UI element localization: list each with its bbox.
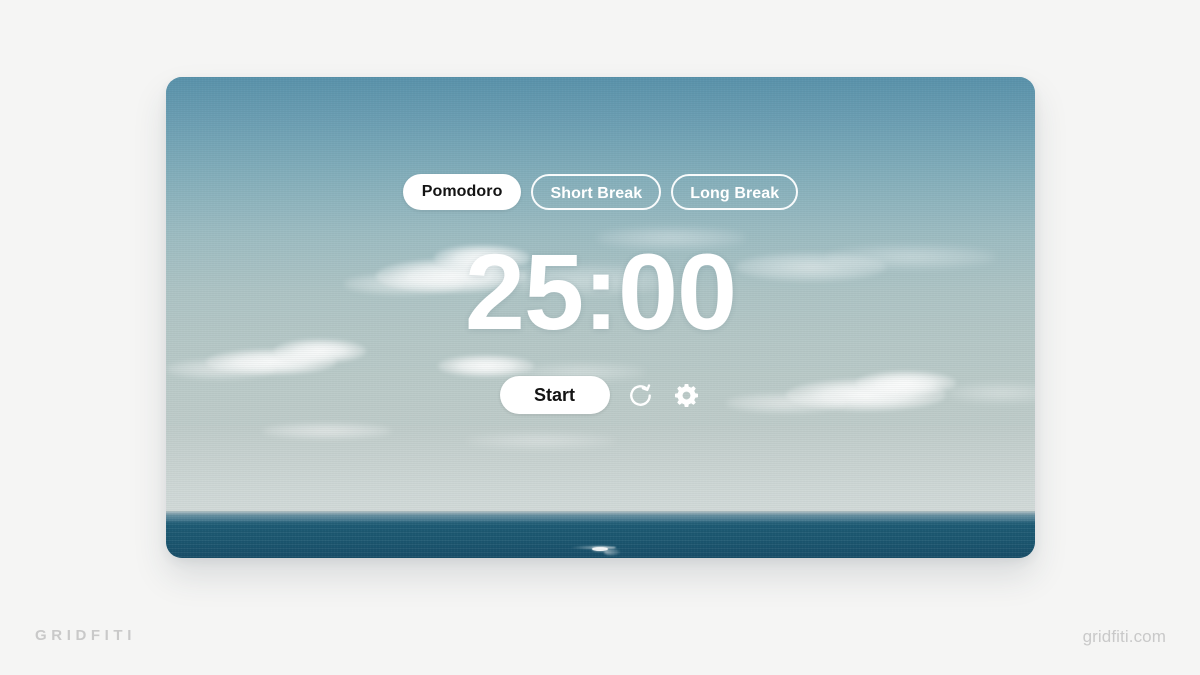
timer-readout: 25:00 <box>464 231 737 352</box>
mode-tab-group: Pomodoro Short Break Long Break <box>402 174 799 210</box>
tab-long-break[interactable]: Long Break <box>671 174 799 210</box>
reset-circular-arrow-icon <box>627 382 654 409</box>
tab-pomodoro[interactable]: Pomodoro <box>402 174 522 210</box>
timer-controls: Start <box>499 376 702 414</box>
gear-icon <box>673 382 700 409</box>
gridfiti-wordmark: GRIDFITI <box>35 627 136 644</box>
settings-button[interactable] <box>672 380 702 410</box>
gridfiti-url: gridfiti.com <box>1082 627 1166 646</box>
pomodoro-timer-card: Pomodoro Short Break Long Break 25:00 St… <box>166 77 1035 558</box>
tab-short-break[interactable]: Short Break <box>531 174 662 210</box>
timer-ui: Pomodoro Short Break Long Break 25:00 St… <box>166 77 1035 558</box>
start-button[interactable]: Start <box>499 376 610 414</box>
reset-button[interactable] <box>626 380 656 410</box>
